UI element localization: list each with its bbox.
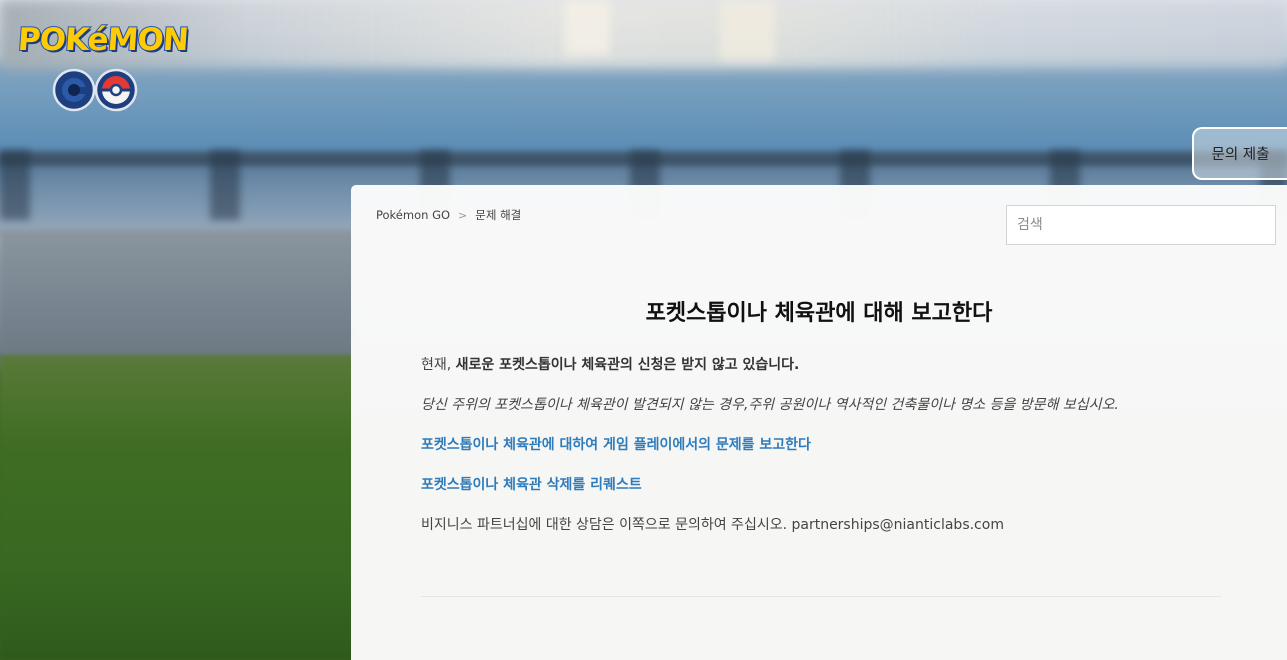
article-body: 현재, 새로운 포켓스톱이나 체육관의 신청은 받지 않고 있습니다. 당신 주…	[421, 355, 1221, 555]
submit-request-button[interactable]: 문의 제출	[1192, 127, 1287, 180]
suggestion-paragraph: 당신 주위의 포켓스톱이나 체육관이 발견되지 않는 경우,주위 공원이나 역사…	[421, 397, 1119, 413]
link-paragraph-report: 포켓스톱이나 체육관에 대하여 게임 플레이에서의 문제를 보고한다	[421, 435, 1221, 455]
page: POKéMON 문의 제출 Pokémon GO > 문제 해결 포켓스톱이나 …	[0, 0, 1287, 660]
notice-lead: 현재,	[421, 357, 452, 373]
breadcrumb-item-home[interactable]: Pokémon GO	[376, 208, 450, 222]
breadcrumb-item-troubleshooting[interactable]: 문제 해결	[475, 207, 521, 223]
partnership-paragraph: 비지니스 파트너십에 대한 상담은 이쪽으로 문의하여 주십시오. partne…	[421, 517, 1004, 533]
link-paragraph-removal: 포켓스톱이나 체육관 삭제를 리퀘스트	[421, 475, 1221, 495]
logo-wordmark: POKéMON	[16, 21, 190, 59]
article-divider	[421, 596, 1221, 597]
breadcrumb-separator: >	[458, 208, 468, 222]
background-path	[0, 230, 360, 370]
background-grass	[0, 355, 360, 660]
background-railing-top	[0, 152, 1287, 166]
report-gameplay-issue-link[interactable]: 포켓스톱이나 체육관에 대하여 게임 플레이에서의 문제를 보고한다	[421, 437, 811, 453]
search-input[interactable]	[1006, 205, 1276, 245]
breadcrumb: Pokémon GO > 문제 해결	[376, 207, 521, 223]
logo-go-icon	[52, 68, 138, 112]
background-haze	[0, 0, 1287, 70]
background-bridge-tower	[565, 0, 610, 55]
article-panel: Pokémon GO > 문제 해결 포켓스톱이나 체육관에 대해 보고한다 현…	[351, 185, 1287, 660]
article-title: 포켓스톱이나 체육관에 대해 보고한다	[645, 301, 993, 326]
background-bridge-tower	[720, 0, 775, 60]
pokemon-go-logo[interactable]: POKéMON	[16, 21, 190, 116]
request-removal-link[interactable]: 포켓스톱이나 체육관 삭제를 리퀘스트	[421, 477, 642, 493]
notice-paragraph: 현재, 새로운 포켓스톱이나 체육관의 신청은 받지 않고 있습니다.	[421, 355, 1221, 375]
notice-bold-text: 새로운 포켓스톱이나 체육관의 신청은 받지 않고 있습니다.	[455, 357, 800, 373]
